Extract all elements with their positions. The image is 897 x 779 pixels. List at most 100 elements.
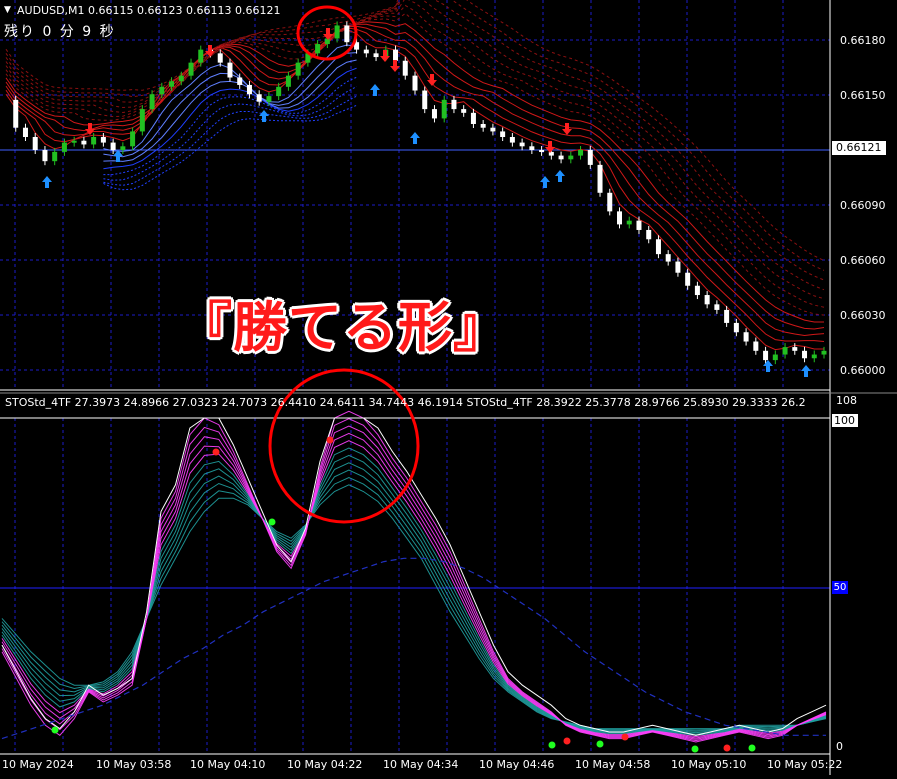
candle-body xyxy=(802,350,808,359)
candle-body xyxy=(42,150,48,162)
stoch-tick: 0 xyxy=(836,740,843,753)
candle-body xyxy=(22,127,28,138)
time-tick: 10 May 2024 xyxy=(2,758,74,771)
candle-body xyxy=(704,295,710,305)
candle-body xyxy=(714,304,720,310)
stoch-line xyxy=(1,410,827,743)
time-tick: 10 May 04:46 xyxy=(479,758,555,771)
candle-body xyxy=(393,49,399,61)
candle-body xyxy=(431,109,437,119)
buy-arrow-icon xyxy=(370,84,380,96)
candle-body xyxy=(519,142,525,147)
candle-body xyxy=(743,332,749,342)
candle-body xyxy=(130,131,136,147)
time-tick: 10 May 04:58 xyxy=(575,758,651,771)
candle-body xyxy=(81,140,87,145)
candle-body xyxy=(71,140,77,143)
candle-body xyxy=(198,49,204,63)
candle-body xyxy=(821,350,827,355)
candle-body xyxy=(256,94,262,102)
candle-body xyxy=(363,49,369,54)
candle-body xyxy=(52,151,58,162)
candle-body xyxy=(529,146,535,151)
candle-body xyxy=(334,25,340,39)
candle-body xyxy=(811,354,817,359)
stoch-line xyxy=(1,476,827,731)
candle-body xyxy=(32,137,38,151)
candle-body xyxy=(13,99,19,128)
candle-body xyxy=(694,285,700,296)
signal-dot xyxy=(596,740,604,748)
price-tick: 0.66000 xyxy=(840,364,886,377)
time-tick: 10 May 04:34 xyxy=(383,758,459,771)
candle-body xyxy=(61,142,67,152)
stoch-line xyxy=(1,454,827,735)
countdown-text: 残り 0 分 9 秒 xyxy=(4,24,116,40)
price-tick: 0.66030 xyxy=(840,309,886,322)
candle-body xyxy=(178,75,184,82)
candle-body xyxy=(490,127,496,132)
candle-body xyxy=(578,150,584,156)
candle-body xyxy=(324,38,330,45)
sell-arrow-icon xyxy=(427,74,437,86)
candle-body xyxy=(509,137,515,143)
price-tick: 0.66060 xyxy=(840,254,886,267)
candle-body xyxy=(315,44,321,54)
candle-body xyxy=(149,94,155,110)
candle-body xyxy=(110,142,116,151)
chart-menu-icon[interactable]: ▼ xyxy=(4,5,11,15)
candle-body xyxy=(169,81,175,87)
candle-body xyxy=(724,309,730,323)
candle-body xyxy=(782,347,788,355)
signal-dot xyxy=(326,436,334,444)
candle-body xyxy=(685,272,691,286)
sell-arrow-icon xyxy=(380,50,390,62)
chart-canvas xyxy=(0,0,897,775)
candle-body xyxy=(568,155,574,160)
buy-arrow-icon xyxy=(540,176,550,188)
price-tick: 0.66090 xyxy=(840,199,886,212)
candle-body xyxy=(607,192,613,212)
signal-dot xyxy=(563,737,571,745)
signal-dot xyxy=(723,744,731,752)
indicator-header: STOStd_4TF 27.3973 24.8966 27.0323 24.70… xyxy=(5,396,806,409)
candle-body xyxy=(188,62,194,76)
buy-arrow-icon xyxy=(259,110,269,122)
candle-body xyxy=(159,86,165,95)
candle-body xyxy=(665,254,671,262)
stoch-main-line xyxy=(1,417,827,736)
sell-arrow-icon xyxy=(562,123,572,135)
candle-body xyxy=(480,123,486,128)
candle-body xyxy=(402,60,408,76)
candle-body xyxy=(139,109,145,132)
stoch-line xyxy=(1,440,827,738)
time-tick: 10 May 04:22 xyxy=(287,758,363,771)
candle-body xyxy=(558,155,564,160)
candle-body xyxy=(373,53,379,58)
candle-body xyxy=(772,354,778,361)
stoch-line xyxy=(1,462,827,734)
price-tick: 0.66150 xyxy=(840,89,886,102)
ribbon-line xyxy=(5,4,825,308)
price-tick: 0.66180 xyxy=(840,34,886,47)
stoch-tick: 50 xyxy=(832,581,848,594)
candle-body xyxy=(344,25,350,43)
time-tick: 10 May 03:58 xyxy=(96,758,172,771)
candle-body xyxy=(792,347,798,351)
candle-body xyxy=(470,112,476,124)
signal-dot xyxy=(621,733,629,741)
candle-body xyxy=(636,220,642,230)
candle-body xyxy=(451,99,457,110)
candle-body xyxy=(120,146,126,151)
buy-arrow-icon xyxy=(801,365,811,377)
signal-dot xyxy=(691,745,699,753)
time-tick: 10 May 05:10 xyxy=(671,758,747,771)
stoch-line xyxy=(1,484,827,730)
stoch-line xyxy=(1,447,827,736)
signal-dot xyxy=(212,448,220,456)
candle-body xyxy=(461,109,467,113)
candle-body xyxy=(422,90,428,110)
candle-body xyxy=(655,239,661,255)
candle-body xyxy=(733,322,739,333)
candle-body xyxy=(500,131,506,138)
